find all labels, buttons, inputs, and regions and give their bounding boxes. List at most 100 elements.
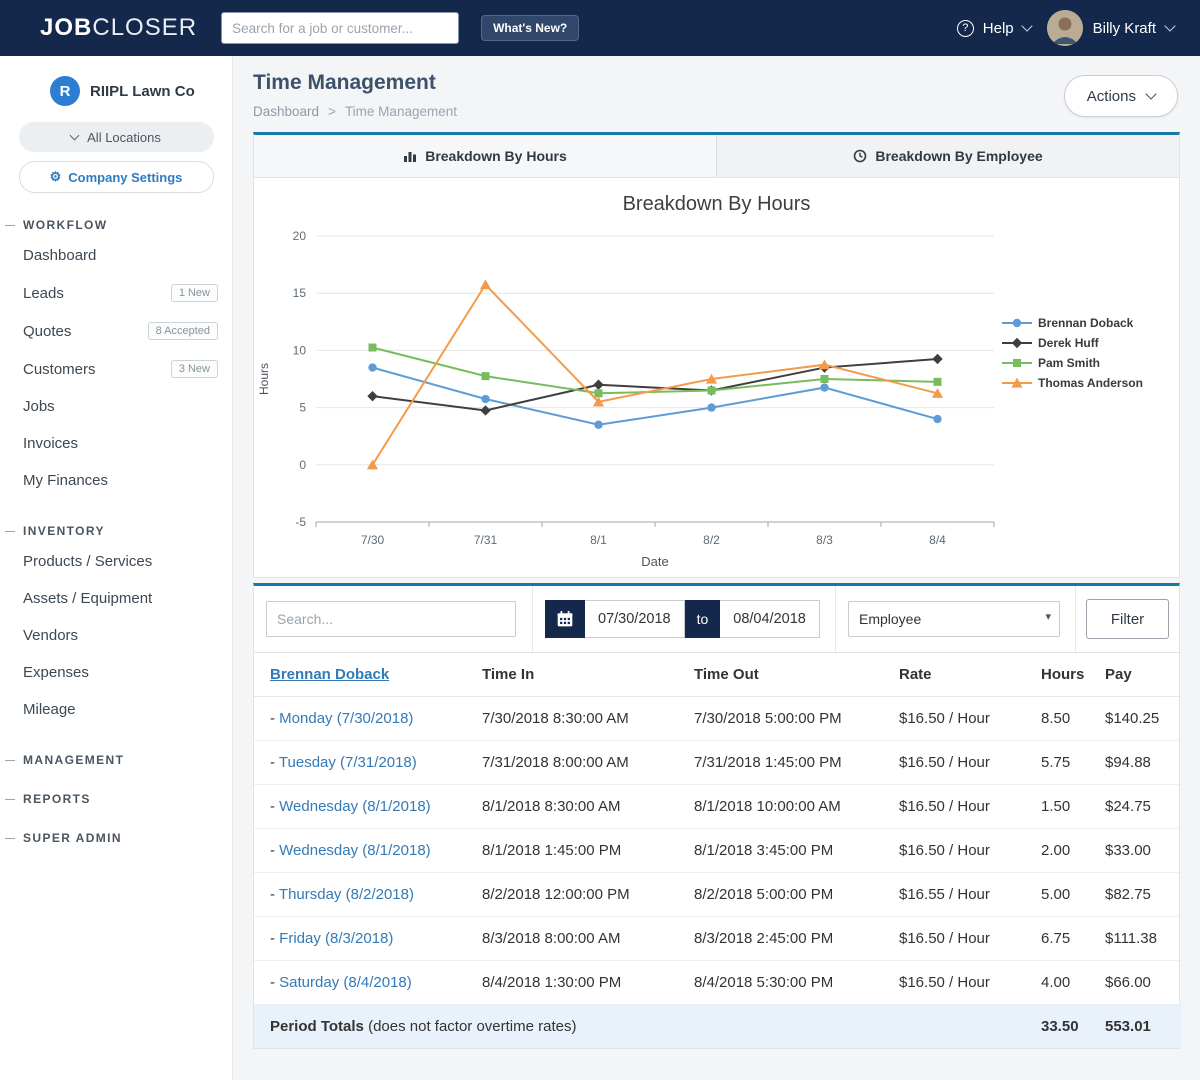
chart-svg: -5051015207/307/318/18/28/38/4DateHours [254, 220, 1002, 572]
day-link[interactable]: Wednesday (8/1/2018) [279, 798, 431, 815]
item-badge: 8 Accepted [148, 322, 218, 340]
calendar-icon [556, 610, 574, 628]
svg-text:8/1: 8/1 [590, 533, 607, 547]
company-settings-button[interactable]: ⚙ Company Settings [19, 161, 214, 193]
sidebar-item-customers[interactable]: Customers3 New [0, 350, 232, 388]
time-in-cell: 8/3/2018 8:00:00 AM [466, 917, 678, 961]
data-point [933, 415, 941, 423]
table-row: - Tuesday (7/31/2018)7/31/2018 8:00:00 A… [254, 741, 1181, 785]
data-point [482, 372, 490, 380]
breadcrumb-current: Time Management [345, 104, 457, 119]
legend-item-derek-huff[interactable]: Derek Huff [1002, 336, 1174, 350]
tab-breakdown-by-employee[interactable]: Breakdown By Employee [716, 135, 1179, 177]
day-link[interactable]: Monday (7/30/2018) [279, 710, 413, 727]
data-point [481, 395, 489, 403]
section-collapse-icon [5, 760, 15, 761]
sidebar-item-label: Products / Services [23, 553, 152, 570]
table-search-input[interactable] [266, 601, 516, 637]
section-header-workflow[interactable]: WORKFLOW [0, 218, 232, 232]
actions-label: Actions [1087, 88, 1136, 105]
breadcrumb-dashboard-link[interactable]: Dashboard [253, 104, 319, 119]
legend-marker-icon [1002, 377, 1032, 389]
day-link[interactable]: Thursday (8/2/2018) [279, 886, 414, 903]
section-header-super-admin[interactable]: SUPER ADMIN [0, 831, 232, 845]
tab-breakdown-by-hours[interactable]: Breakdown By Hours [254, 135, 716, 177]
svg-text:8/3: 8/3 [816, 533, 833, 547]
calendar-button[interactable] [545, 600, 585, 638]
day-cell: - Tuesday (7/31/2018) [254, 741, 466, 785]
data-point [708, 386, 716, 394]
section-header-inventory[interactable]: INVENTORY [0, 524, 232, 538]
locations-dropdown[interactable]: All Locations [19, 122, 214, 152]
global-search-input[interactable] [221, 12, 459, 44]
avatar-image [1047, 10, 1083, 46]
col-time-out: Time Out [678, 653, 883, 697]
actions-button[interactable]: Actions [1064, 75, 1178, 117]
pay-cell: $24.75 [1089, 785, 1181, 829]
employee-name-link[interactable]: Brennan Doback [270, 666, 389, 683]
sidebar-item-mileage[interactable]: Mileage [0, 691, 232, 728]
employee-select[interactable]: Employee [848, 601, 1060, 637]
section-header-reports[interactable]: REPORTS [0, 792, 232, 806]
section-collapse-icon [5, 531, 15, 532]
sidebar-item-quotes[interactable]: Quotes 8 Accepted [0, 312, 232, 350]
col-rate: Rate [883, 653, 1025, 697]
legend-label: Derek Huff [1038, 336, 1099, 350]
date-from-input[interactable]: 07/30/2018 [585, 600, 685, 638]
section-header-management[interactable]: MANAGEMENT [0, 753, 232, 767]
sidebar-item-my-finances[interactable]: My Finances [0, 462, 232, 499]
svg-text:15: 15 [293, 286, 307, 300]
filter-button[interactable]: Filter [1086, 599, 1169, 639]
sidebar-item-label: Invoices [23, 435, 78, 452]
avatar [1047, 10, 1083, 46]
day-cell: - Monday (7/30/2018) [254, 697, 466, 741]
chevron-down-icon [1145, 88, 1156, 99]
sidebar-item-jobs[interactable]: Jobs [0, 388, 232, 425]
sidebar-item-dashboard[interactable]: Dashboard [0, 237, 232, 274]
sidebar-item-label: Quotes [23, 323, 71, 340]
item-badge: 1 New [171, 284, 218, 302]
rate-cell: $16.50 / Hour [883, 785, 1025, 829]
day-link[interactable]: Wednesday (8/1/2018) [279, 842, 431, 859]
whats-new-button[interactable]: What's New? [481, 15, 579, 41]
sidebar-item-label: Expenses [23, 664, 89, 681]
user-menu[interactable]: Billy Kraft [1047, 10, 1174, 46]
legend-item-pam-smith[interactable]: Pam Smith [1002, 356, 1174, 370]
help-menu[interactable]: ? Help [957, 20, 1031, 37]
chevron-down-icon [1164, 20, 1175, 31]
table-row: - Saturday (8/4/2018)8/4/2018 1:30:00 PM… [254, 961, 1181, 1005]
data-point [367, 391, 377, 401]
section-label: REPORTS [23, 792, 91, 806]
date-to-input[interactable]: 08/04/2018 [720, 600, 820, 638]
time-in-cell: 7/30/2018 8:30:00 AM [466, 697, 678, 741]
sidebar-item-products-services[interactable]: Products / Services [0, 543, 232, 580]
section-collapse-icon [5, 799, 15, 800]
help-label: Help [983, 20, 1014, 37]
sidebar-item-invoices[interactable]: Invoices [0, 425, 232, 462]
rate-cell: $16.50 / Hour [883, 961, 1025, 1005]
sidebar-item-leads[interactable]: Leads1 New [0, 274, 232, 312]
day-link[interactable]: Saturday (8/4/2018) [279, 974, 412, 991]
legend-item-brennan-doback[interactable]: Brennan Doback [1002, 316, 1174, 330]
day-link[interactable]: Tuesday (7/31/2018) [279, 754, 417, 771]
sidebar-item-label: Mileage [23, 701, 76, 718]
bar-chart-icon [403, 149, 417, 163]
day-cell: - Wednesday (8/1/2018) [254, 829, 466, 873]
legend-item-thomas-anderson[interactable]: Thomas Anderson [1002, 376, 1174, 390]
date-range-to-label: to [685, 600, 721, 638]
data-point [1013, 359, 1021, 367]
svg-text:5: 5 [299, 401, 306, 415]
app-logo[interactable]: JOBCLOSER [40, 14, 197, 42]
top-navbar: JOBCLOSER What's New? ? Help Billy Kraft [0, 0, 1200, 56]
sidebar-item-assets-equipment[interactable]: Assets / Equipment [0, 580, 232, 617]
sidebar-item-vendors[interactable]: Vendors [0, 617, 232, 654]
day-link[interactable]: Friday (8/3/2018) [279, 930, 393, 947]
sidebar-item-expenses[interactable]: Expenses [0, 654, 232, 691]
svg-text:8/4: 8/4 [929, 533, 946, 547]
section-label: WORKFLOW [23, 218, 108, 232]
chart-title: Breakdown By Hours [254, 193, 1179, 216]
hours-line-chart: -5051015207/307/318/18/28/38/4DateHours [254, 220, 1002, 577]
svg-text:8/2: 8/2 [703, 533, 720, 547]
company-switcher[interactable]: R RIIPL Lawn Co [0, 70, 232, 114]
svg-text:Date: Date [641, 554, 668, 569]
